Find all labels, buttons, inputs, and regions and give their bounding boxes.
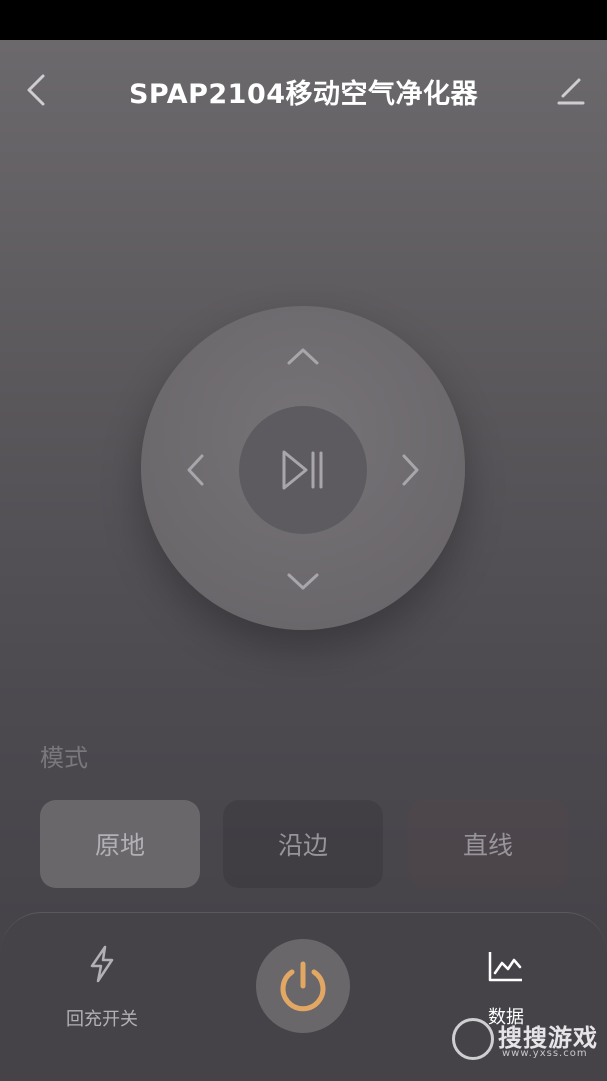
- dpad-left-button[interactable]: [165, 440, 225, 500]
- chevron-up-icon: [287, 348, 319, 365]
- play-pause-icon: [282, 450, 323, 490]
- mode-selector: 原地 沿边 直线: [40, 800, 568, 888]
- mode-option-straight[interactable]: 直线: [408, 800, 568, 888]
- dpad-down-button[interactable]: [273, 552, 333, 612]
- power-button[interactable]: [256, 939, 350, 1033]
- mode-section-label: 模式: [40, 744, 88, 772]
- recharge-toggle-button[interactable]: 回充开关: [44, 941, 160, 1031]
- play-pause-button[interactable]: [239, 406, 367, 534]
- page-title: SPAP2104移动空气净化器: [128, 79, 479, 110]
- chevron-right-icon: [402, 454, 419, 486]
- chevron-left-icon: [187, 454, 204, 486]
- mode-option-edge[interactable]: 沿边: [223, 800, 383, 888]
- edit-button[interactable]: [551, 70, 591, 110]
- direction-pad: [141, 306, 465, 630]
- mode-option-spot[interactable]: 原地: [40, 800, 200, 888]
- top-bar: SPAP2104移动空气净化器: [0, 40, 607, 136]
- chevron-down-icon: [287, 573, 319, 590]
- watermark-url: www.yxss.com: [502, 1048, 588, 1059]
- dpad-right-button[interactable]: [381, 440, 441, 500]
- pencil-icon: [557, 78, 585, 105]
- status-bar: [0, 0, 607, 40]
- recharge-label: 回充开关: [66, 1009, 138, 1030]
- line-chart-icon: [488, 952, 522, 982]
- watermark: 搜搜游戏 www.yxss.com: [452, 1016, 602, 1064]
- power-icon: [280, 961, 326, 1012]
- dpad-up-button[interactable]: [273, 326, 333, 386]
- lightning-icon: [90, 945, 114, 983]
- watermark-logo-icon: [452, 1018, 494, 1060]
